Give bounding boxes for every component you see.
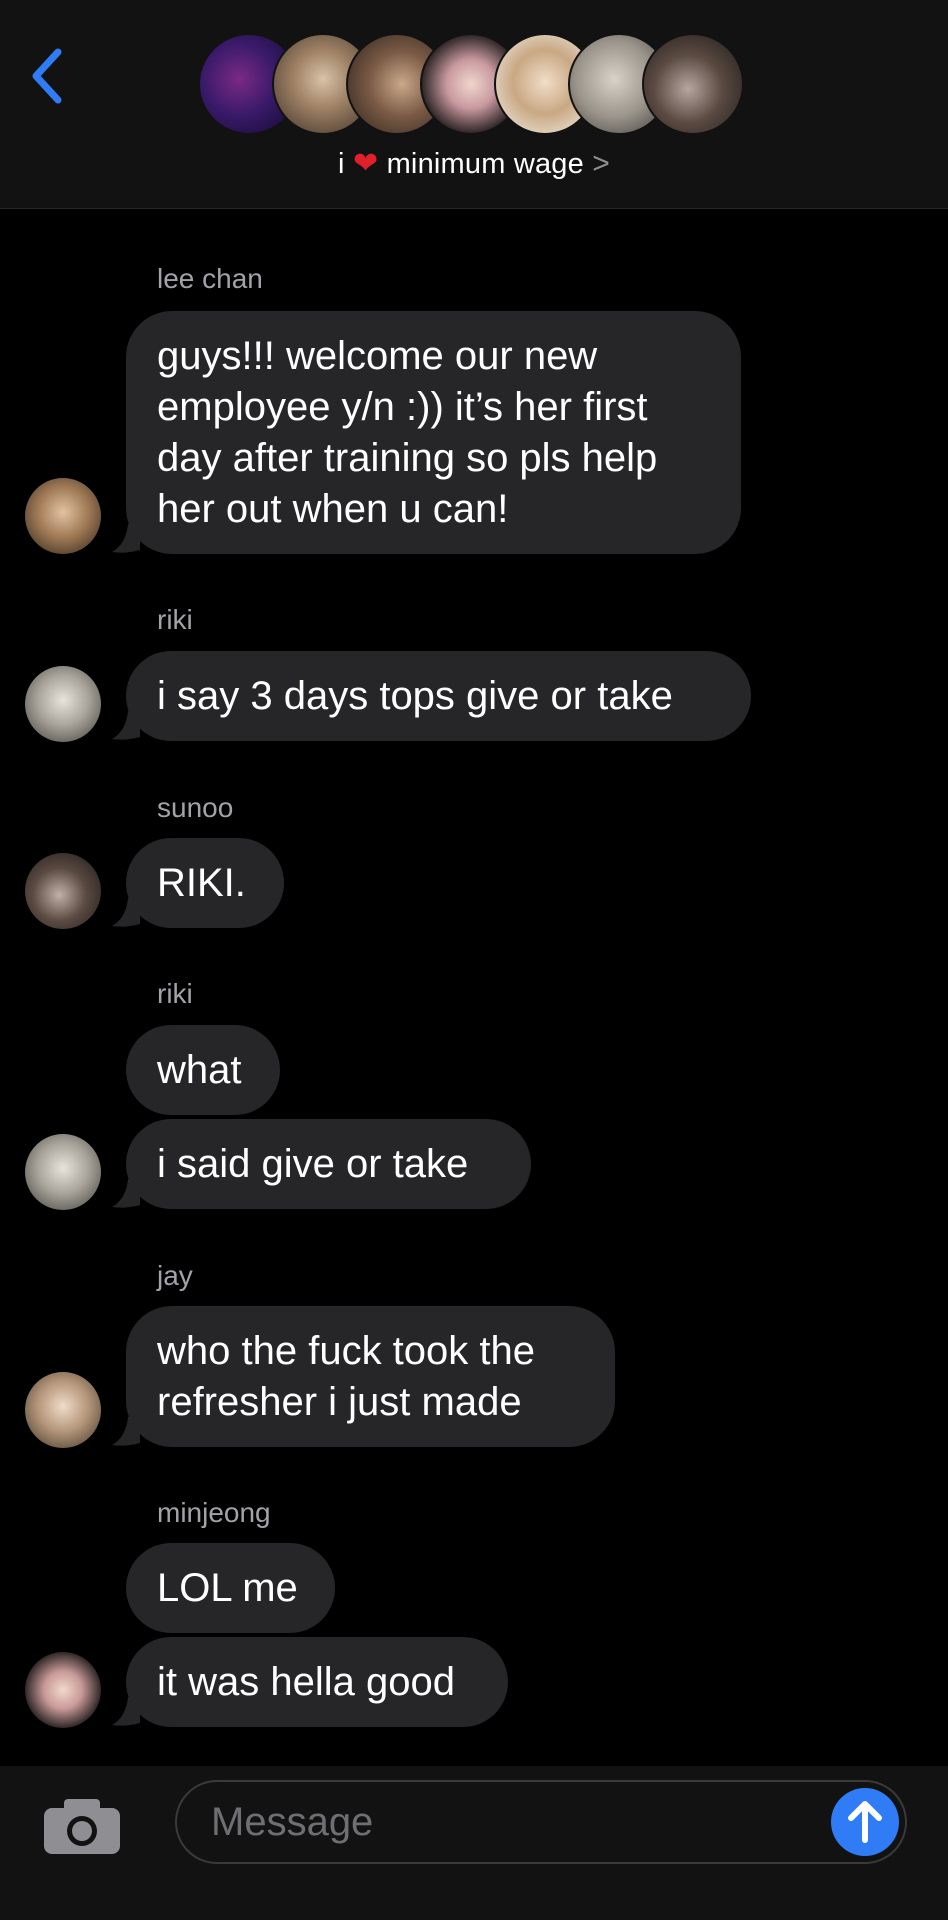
sender-name: sunoo [157, 792, 234, 823]
message-line: who the fuck took the [157, 1329, 536, 1373]
arrow-up-icon [848, 1801, 882, 1843]
chevron-left-icon[interactable] [28, 46, 68, 106]
message-bubble[interactable]: i said give or take [126, 1119, 531, 1209]
camera-icon[interactable] [42, 1796, 122, 1856]
bubble-tail [112, 1697, 140, 1726]
message-bubble[interactable]: who the fuck took the refresher i just m… [126, 1306, 615, 1447]
message-bubble[interactable]: i say 3 days tops give or take [126, 651, 751, 741]
message-line: LOL me [157, 1566, 298, 1610]
message-line: refresher i just made [157, 1380, 522, 1424]
message-bubble[interactable]: it was hella good [126, 1637, 508, 1727]
message-line: it was hella good [157, 1660, 455, 1704]
member-avatar [642, 33, 744, 135]
sender-name: riki [157, 604, 193, 635]
message-line: day after training so pls help [157, 436, 658, 480]
avatar[interactable] [25, 853, 101, 929]
message-bubble[interactable]: LOL me [126, 1543, 335, 1633]
avatar[interactable] [25, 1652, 101, 1728]
message-bubble[interactable]: RIKI. [126, 838, 284, 928]
chat-header: i ❤ minimum wage > [0, 0, 948, 209]
composer-bar: Message [0, 1766, 948, 1920]
avatar[interactable] [25, 666, 101, 742]
chevron-right-icon: > [592, 147, 610, 180]
bubble-tail [112, 1179, 140, 1208]
message-bubble[interactable]: guys!!! welcome our new employee y/n :))… [126, 311, 741, 554]
avatar[interactable] [25, 478, 101, 554]
group-title[interactable]: i ❤ minimum wage > [0, 146, 948, 181]
avatar[interactable] [25, 1372, 101, 1448]
bubble-tail [112, 524, 140, 553]
message-line: i say 3 days tops give or take [157, 674, 673, 718]
group-title-text: minimum wage [386, 148, 584, 180]
message-placeholder: Message [211, 1800, 374, 1844]
sender-name: riki [157, 978, 193, 1009]
group-avatars[interactable] [198, 33, 758, 135]
group-title-prefix: i [338, 148, 345, 180]
message-line: employee y/n :)) it’s her first [157, 385, 648, 429]
sender-name: minjeong [157, 1497, 271, 1528]
message-bubble[interactable]: what [126, 1025, 280, 1115]
avatar[interactable] [25, 1134, 101, 1210]
bubble-tail [112, 1417, 140, 1446]
send-button[interactable] [831, 1788, 899, 1856]
sender-name: jay [157, 1260, 193, 1291]
message-line: what [157, 1048, 242, 1092]
bubble-tail [112, 898, 140, 927]
message-line: RIKI. [157, 861, 246, 905]
message-line: guys!!! welcome our new [157, 334, 598, 378]
message-line: her out when u can! [157, 487, 509, 531]
heart-emoji-icon: ❤ [352, 147, 379, 180]
message-input[interactable]: Message [175, 1780, 907, 1864]
sender-name: lee chan [157, 263, 263, 294]
message-line: i said give or take [157, 1142, 469, 1186]
bubble-tail [112, 711, 140, 740]
